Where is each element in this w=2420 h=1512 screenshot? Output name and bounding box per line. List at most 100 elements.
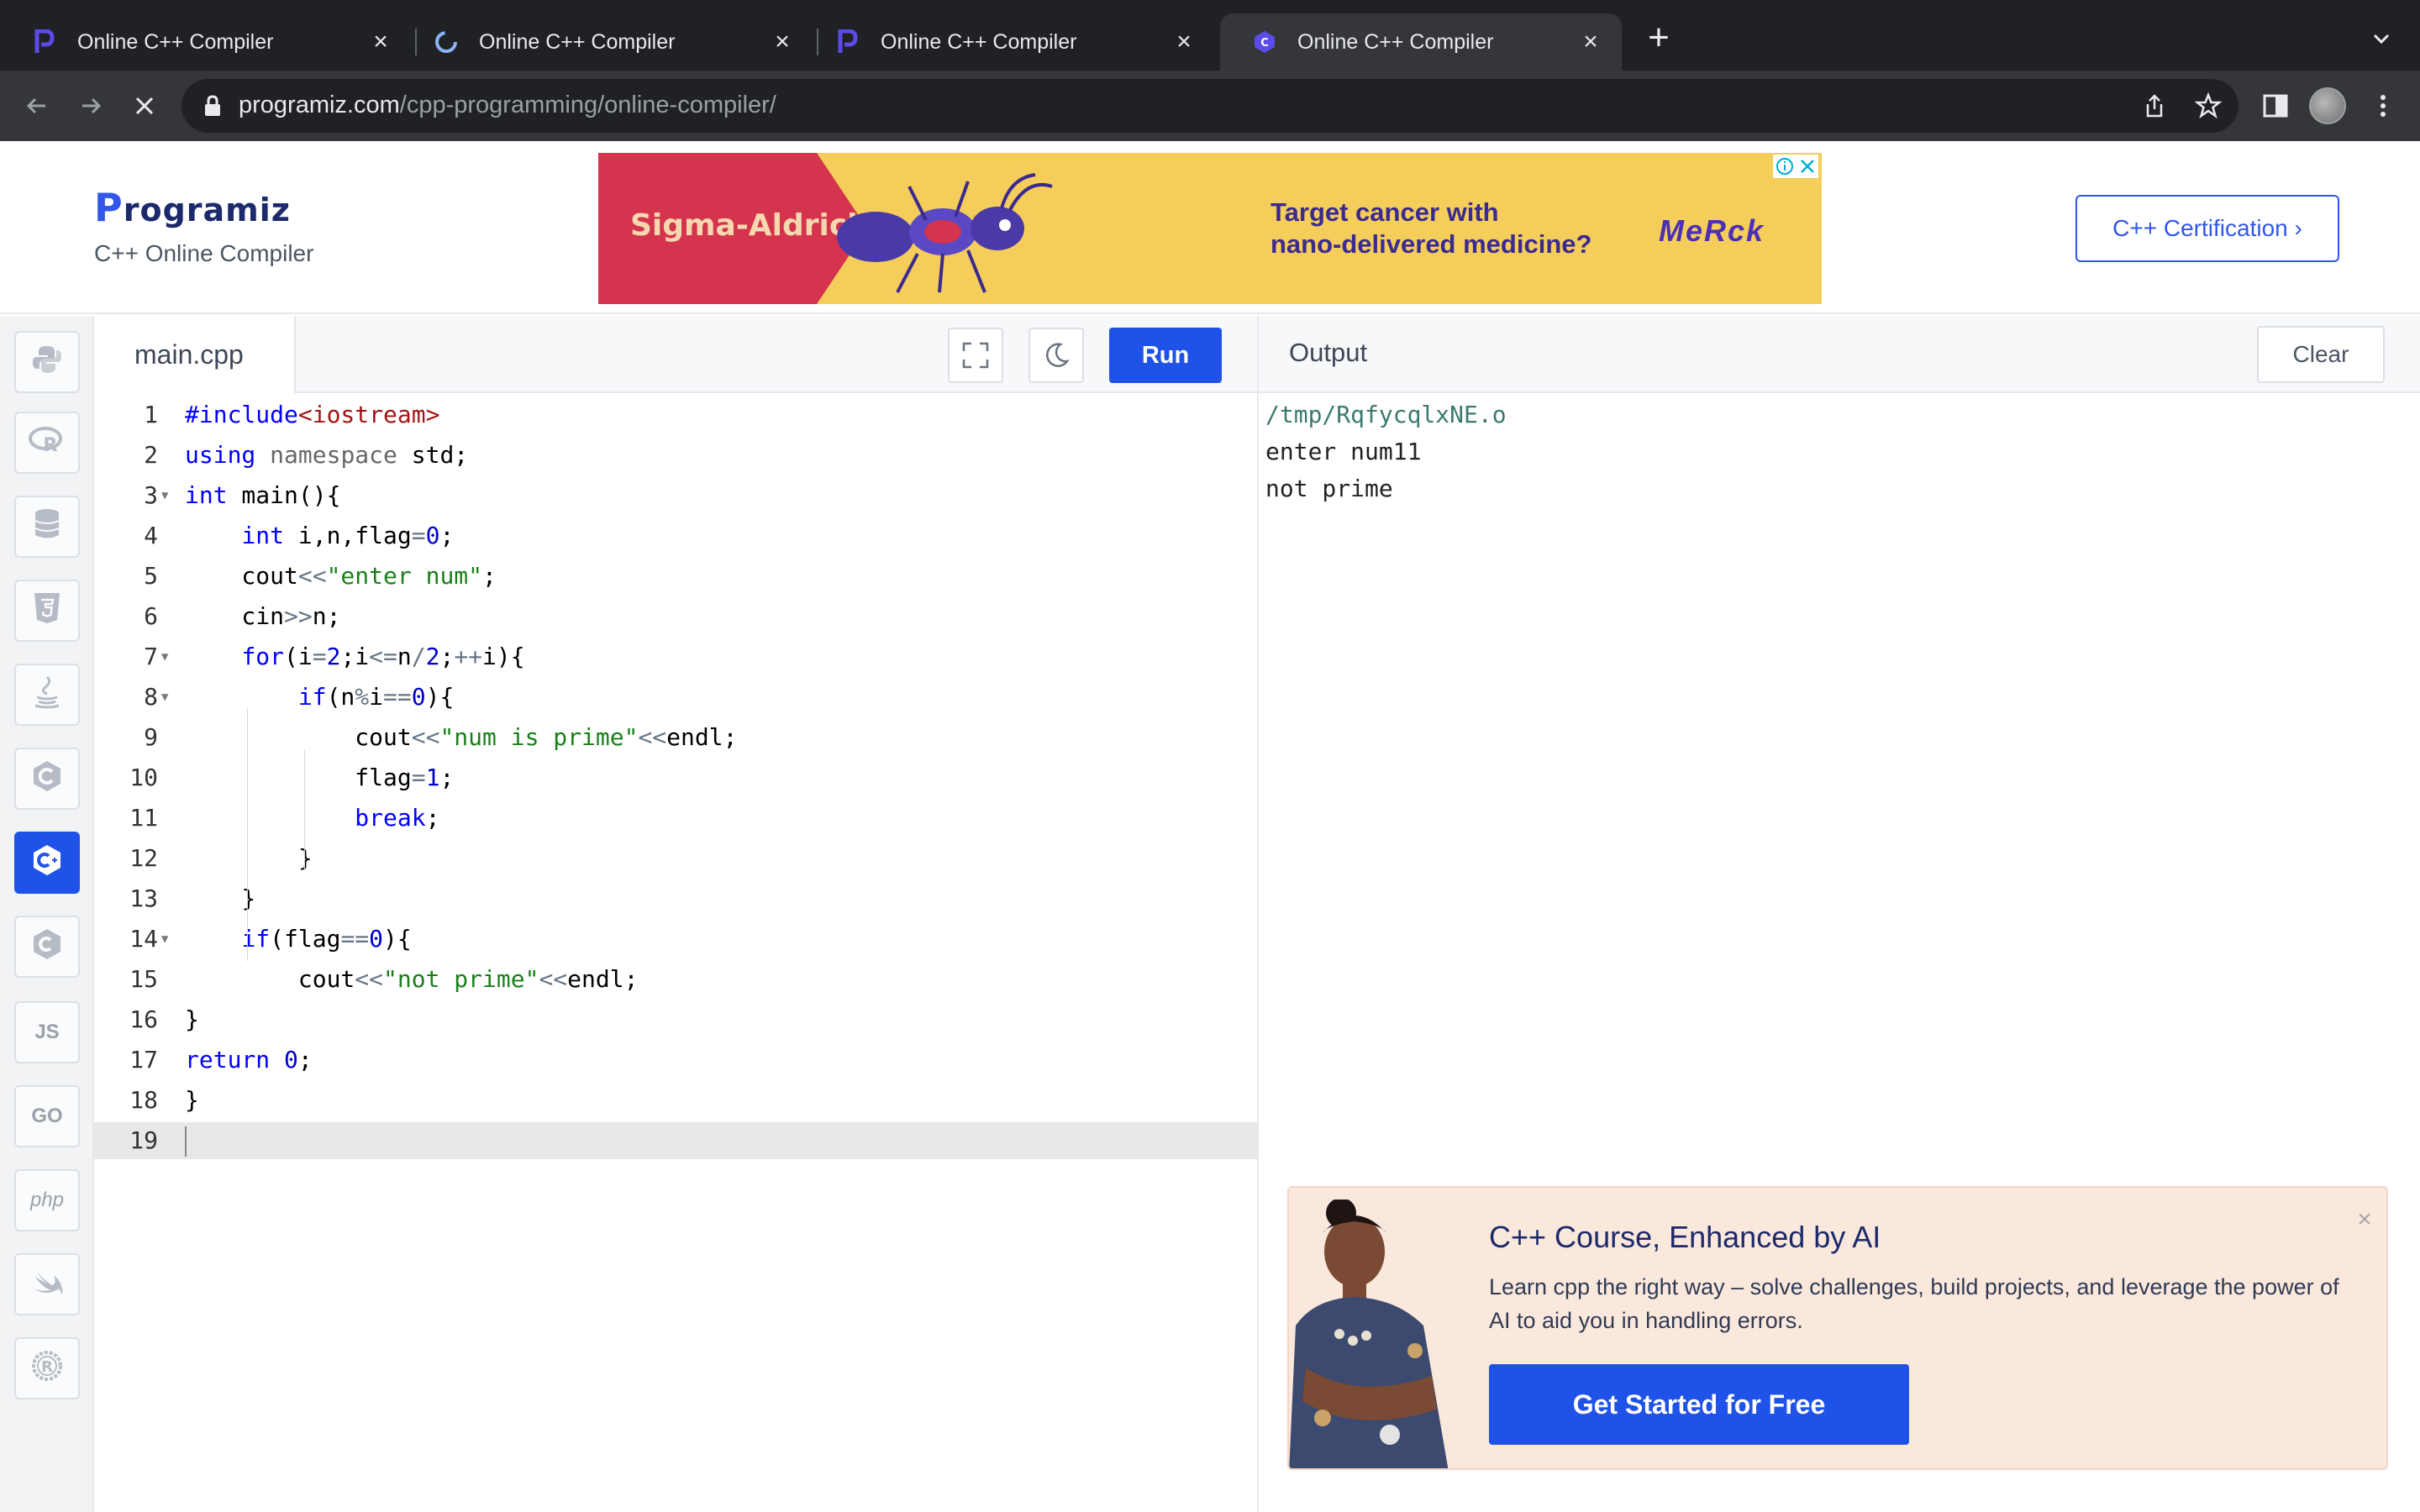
url-text[interactable]: programiz.com/cpp-programming/online-com… <box>239 92 776 119</box>
fold-arrow-icon[interactable]: ▼ <box>161 638 168 675</box>
language-sql[interactable] <box>14 496 80 558</box>
language-go[interactable]: GO <box>14 1085 80 1147</box>
code-line[interactable]: 1 #include<iostream> <box>94 396 1257 433</box>
language-python[interactable] <box>14 331 80 393</box>
line-number: 12 <box>129 844 158 872</box>
clear-button[interactable]: Clear <box>2257 326 2385 383</box>
go-icon: GO <box>31 1105 63 1127</box>
loading-spinner-icon <box>434 29 459 55</box>
lock-icon[interactable] <box>202 94 224 118</box>
output-header: Output Clear <box>1259 316 2420 393</box>
ad-close-icon[interactable] <box>1796 155 1818 178</box>
close-tab-icon[interactable]: × <box>368 29 393 55</box>
side-panel-icon[interactable] <box>2260 91 2291 121</box>
profile-avatar[interactable] <box>2309 87 2346 124</box>
line-number: 3 <box>144 481 158 509</box>
forward-arrow-icon[interactable] <box>72 87 109 124</box>
browser-tab-active[interactable]: C Online C++ Compiler × <box>1220 13 1622 71</box>
code-line[interactable]: 2 using namespace std; <box>94 437 1257 474</box>
fold-arrow-icon[interactable]: ▼ <box>161 477 168 514</box>
browser-tab[interactable]: Online C++ Compiler × <box>402 13 813 71</box>
code-line[interactable]: 10 flag=1; <box>94 759 1257 796</box>
advertisement-banner[interactable]: Sigma-Aldrich. Target cancer with nano-d… <box>598 153 1822 304</box>
code-line[interactable]: 5 cout<<"enter num"; <box>94 558 1257 595</box>
code-line[interactable]: 8 ▼ if(n%i==0){ <box>94 679 1257 716</box>
ad-info-icon[interactable] <box>1773 155 1796 178</box>
tab-search-chevron-icon[interactable] <box>2368 25 2395 52</box>
language-cpp[interactable] <box>14 832 80 894</box>
code-line[interactable]: 17 return 0; <box>94 1042 1257 1079</box>
browser-tab[interactable]: Online C++ Compiler × <box>0 13 412 71</box>
line-number: 17 <box>129 1046 158 1074</box>
programiz-logo[interactable]: Programiz <box>94 185 291 230</box>
promo-close-icon[interactable]: × <box>2354 1207 2375 1232</box>
language-csharp[interactable] <box>14 916 80 978</box>
run-button[interactable]: Run <box>1109 328 1222 383</box>
code-text: break; <box>355 804 440 832</box>
code-text: } <box>185 885 256 912</box>
site-header: Programiz C++ Online Compiler Sigma-Aldr… <box>0 141 2420 314</box>
language-java[interactable] <box>14 664 80 726</box>
close-tab-icon[interactable]: × <box>1578 29 1603 55</box>
code-line[interactable]: 15 cout<<"not prime"<<endl; <box>94 961 1257 998</box>
share-icon[interactable] <box>2141 92 2168 119</box>
code-line[interactable]: 7 ▼ for(i=2;i<=n/2;++i){ <box>94 638 1257 675</box>
code-text: #include<iostream> <box>185 401 440 428</box>
back-arrow-icon[interactable] <box>18 87 55 124</box>
code-text: cout<<"enter num"; <box>185 562 497 590</box>
programiz-p-icon <box>32 29 57 55</box>
get-started-button[interactable]: Get Started for Free <box>1489 1364 1909 1445</box>
stop-loading-icon[interactable] <box>126 87 163 124</box>
code-line[interactable]: 13 } <box>94 880 1257 917</box>
course-promo-card: C++ Course, Enhanced by AI Learn cpp the… <box>1287 1186 2388 1470</box>
new-tab-button[interactable]: + <box>1644 19 1674 56</box>
code-text: if(flag==0){ <box>241 925 412 953</box>
js-icon: JS <box>34 1021 60 1043</box>
code-line[interactable]: 9 cout<<"num is prime"<<endl; <box>94 719 1257 756</box>
close-tab-icon[interactable]: × <box>770 29 795 55</box>
bookmark-star-icon[interactable] <box>2194 92 2223 119</box>
editor-header: main.cpp Run <box>94 316 1257 393</box>
line-number: 2 <box>144 441 158 469</box>
kebab-menu-icon[interactable] <box>2368 91 2398 121</box>
indent-guide <box>247 911 248 941</box>
close-tab-icon[interactable]: × <box>1171 29 1197 55</box>
code-line[interactable]: 19 <box>94 1122 1257 1159</box>
code-line[interactable]: 11 break; <box>94 800 1257 837</box>
address-bar[interactable]: programiz.com/cpp-programming/online-com… <box>182 79 2238 133</box>
language-php[interactable]: php <box>14 1169 80 1231</box>
language-rust[interactable]: R <box>14 1337 80 1399</box>
code-line[interactable]: 16} <box>94 1001 1257 1038</box>
tab-title: Online C++ Compiler <box>77 29 274 54</box>
language-html5[interactable] <box>14 580 80 642</box>
code-area[interactable]: 1 #include<iostream> 2 using namespace std;… <box>94 393 1257 1512</box>
svg-text:C: C <box>1260 37 1269 50</box>
language-r[interactable]: R <box>14 412 80 474</box>
fullscreen-icon[interactable] <box>948 328 1003 383</box>
code-line[interactable]: 14 ▼ if(flag==0){ <box>94 921 1257 958</box>
cpp-certification-button[interactable]: C++ Certification › <box>2075 195 2339 262</box>
language-c[interactable] <box>14 748 80 810</box>
code-line[interactable]: 6 cin>>n; <box>94 598 1257 635</box>
ad-choices[interactable] <box>1773 155 1818 178</box>
line-number: 15 <box>129 965 158 993</box>
dark-mode-moon-icon[interactable] <box>1028 328 1084 383</box>
fold-arrow-icon[interactable]: ▼ <box>161 921 168 958</box>
file-tab-main-cpp[interactable]: main.cpp <box>94 316 296 393</box>
code-line[interactable]: 18} <box>94 1082 1257 1119</box>
language-js[interactable]: JS <box>14 1001 80 1063</box>
browser-tab[interactable]: Online C++ Compiler × <box>803 13 1215 71</box>
code-text: int i,n,flag=0; <box>241 522 455 549</box>
code-text: cout<<"num is prime"<<endl; <box>185 723 738 751</box>
code-line[interactable]: 12 } <box>94 840 1257 877</box>
ad-headline: Target cancer with nano-delivered medici… <box>1270 197 1592 259</box>
fold-arrow-icon[interactable]: ▼ <box>161 679 168 716</box>
code-line[interactable]: 3 ▼ int main(){ <box>94 477 1257 514</box>
code-text: return 0; <box>185 1046 313 1074</box>
text-cursor <box>185 1126 187 1157</box>
code-line[interactable]: 4 int i,n,flag=0; <box>94 517 1257 554</box>
promo-title: C++ Course, Enhanced by AI <box>1489 1220 1881 1254</box>
line-number: 13 <box>129 885 158 912</box>
indent-guide <box>304 749 305 870</box>
language-swift[interactable] <box>14 1253 80 1315</box>
